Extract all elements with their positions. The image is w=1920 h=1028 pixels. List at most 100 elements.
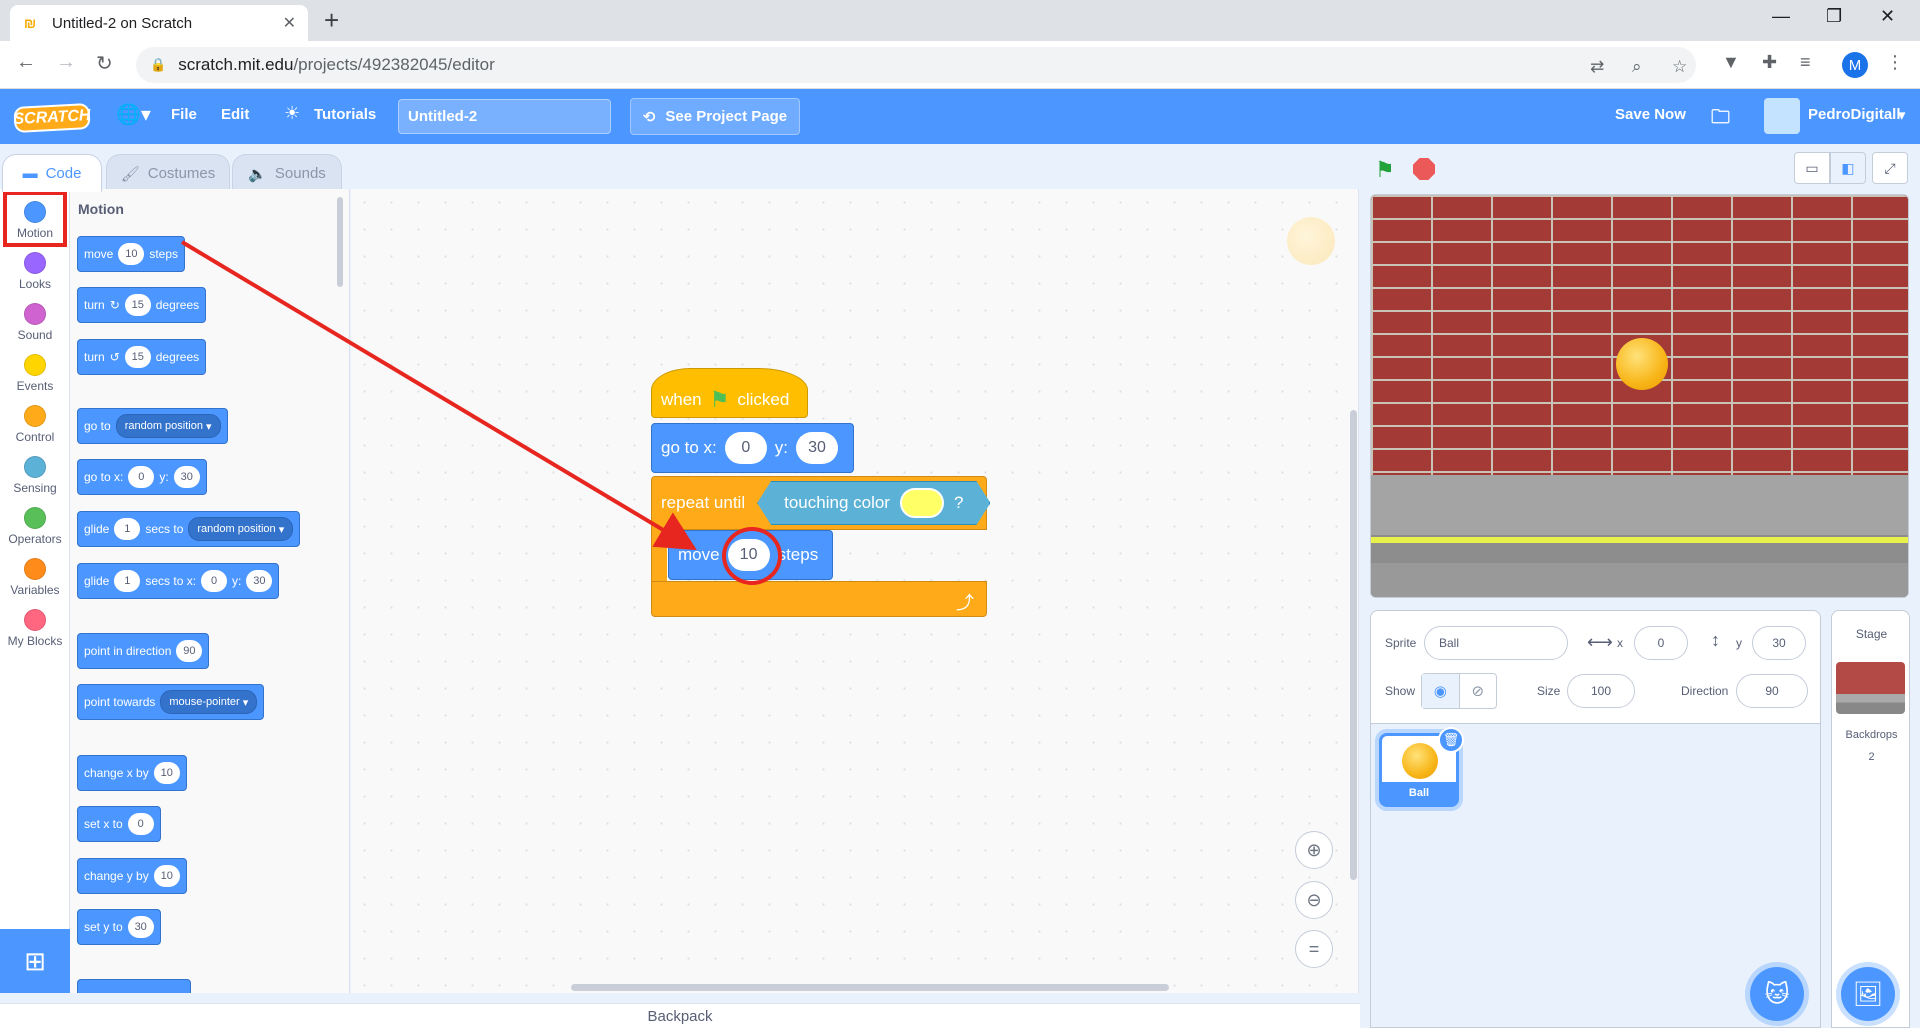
bookmark-star-icon[interactable]: ☆ [1672,57,1687,77]
backpack-bar[interactable]: Backpack [0,1003,1360,1028]
tab-costumes[interactable]: 🖌 Costumes [106,154,230,192]
block-input[interactable]: 10 [153,865,180,887]
block-change-y[interactable]: change y by 10 [77,858,187,894]
block-go-to-xy[interactable]: go to x: 0 y: 30 [77,459,207,495]
block-input[interactable]: 0 [127,813,154,835]
category-control[interactable]: Control [0,405,70,444]
translate-icon[interactable]: ⇄ [1590,57,1604,77]
media-control-icon[interactable]: ≡ [1800,52,1811,73]
user-avatar[interactable] [1764,98,1800,134]
see-project-page-button[interactable]: ⟲ See Project Page [630,98,800,135]
close-tab-icon[interactable]: ✕ [283,13,296,33]
fullscreen-button[interactable]: ⤢ [1872,152,1908,184]
direction-input[interactable]: 90 [1736,674,1808,708]
block-dropdown[interactable]: random position ▾ [188,517,294,541]
when-flag-clicked-block[interactable]: when ⚑ clicked [651,368,808,418]
save-now-button[interactable]: Save Now [1615,106,1686,123]
profile-avatar[interactable]: M [1842,52,1868,78]
maximize-icon[interactable]: ❐ [1826,6,1842,27]
zoom-in-button[interactable]: ⊕ [1295,831,1333,869]
y-input[interactable]: 30 [796,432,838,464]
category-sound[interactable]: Sound [0,303,70,342]
forward-icon[interactable]: → [56,51,76,74]
block-input[interactable]: 30 [173,466,200,488]
x-position-input[interactable]: 0 [1634,626,1688,660]
category-variables[interactable]: Variables [0,558,70,597]
block-set-y[interactable]: set y to 30 [77,909,161,945]
block-input[interactable]: 0 [201,570,228,592]
edit-menu[interactable]: Edit [221,106,249,123]
url-field[interactable]: 🔒 scratch.mit.edu/projects/492382045/edi… [136,47,1696,83]
category-operators[interactable]: Operators [0,507,70,546]
block-input[interactable]: 0 [128,466,155,488]
sprite-name-input[interactable]: Ball [1424,626,1568,660]
browser-tab[interactable]: ₪ Untitled-2 on Scratch ✕ [10,5,308,41]
show-visible-icon[interactable]: ◉ [1422,674,1460,708]
ball-sprite[interactable] [1616,338,1668,390]
small-stage-button[interactable]: ▭ [1794,152,1830,184]
add-extension-button[interactable]: ⊞ [0,929,70,993]
stage-canvas[interactable] [1370,194,1909,598]
delete-sprite-icon[interactable]: 🗑 [1438,727,1464,753]
block-input[interactable]: 90 [176,640,203,662]
extension-v-icon[interactable]: ▼ [1722,52,1740,73]
project-title-input[interactable]: Untitled-2 [398,99,611,134]
show-hidden-icon[interactable]: ⊘ [1460,674,1497,708]
zoom-out-button[interactable]: ⊖ [1295,881,1333,919]
go-to-xy-block[interactable]: go to x: 0 y: 30 [651,423,854,473]
language-globe-icon[interactable]: 🌐▾ [116,102,151,127]
large-stage-button[interactable]: ◧ [1830,152,1866,184]
choose-backdrop-button[interactable]: 🖼 [1841,967,1895,1021]
my-stuff-folder-icon[interactable]: 🗀 [1711,103,1730,135]
block-input[interactable]: 10 [118,243,145,265]
scratch-logo[interactable]: SCRATCH [13,103,91,133]
block-input[interactable]: 15 [124,346,151,368]
block-go-to[interactable]: go to random position ▾ [77,408,228,444]
browser-menu-icon[interactable]: ⋮ [1886,52,1904,73]
zoom-reset-button[interactable]: = [1295,930,1333,968]
window-close-icon[interactable]: ✕ [1880,6,1895,27]
block-input[interactable]: 1 [114,518,141,540]
new-tab-icon[interactable]: + [324,6,339,34]
block-input[interactable]: 30 [127,916,154,938]
back-icon[interactable]: ← [16,51,36,74]
block-partial[interactable] [77,979,191,993]
block-glide-random[interactable]: glide 1 secs to random position ▾ [77,511,301,547]
block-change-x[interactable]: change x by 10 [77,755,187,791]
block-turn-right[interactable]: turn ↻ 15 degrees [77,287,207,323]
color-swatch[interactable] [900,488,944,518]
block-move-steps[interactable]: move 10 steps [77,236,186,272]
username-menu[interactable]: PedroDigitall [1808,106,1901,123]
category-sensing[interactable]: Sensing [0,456,70,495]
workspace-horizontal-scrollbar[interactable] [571,984,1169,991]
account-caret-icon[interactable]: ▾ [1898,106,1906,124]
tutorials-menu[interactable]: Tutorials [314,106,376,123]
category-looks[interactable]: Looks [0,252,70,291]
choose-sprite-button[interactable]: 🐱 [1750,967,1804,1021]
block-point-direction[interactable]: point in direction 90 [77,633,210,669]
category-events[interactable]: Events [0,354,70,393]
extensions-puzzle-icon[interactable]: ✚ [1762,52,1777,73]
category-my-blocks[interactable]: My Blocks [0,609,70,648]
block-point-towards[interactable]: point towards mouse-pointer ▾ [77,684,265,720]
block-input[interactable]: 30 [246,570,273,592]
file-menu[interactable]: File [171,106,197,123]
minimize-icon[interactable]: — [1772,6,1790,27]
block-glide-xy[interactable]: glide 1 secs to x: 0 y: 30 [77,563,280,599]
repeat-until-block[interactable]: repeat until touching color ? [651,476,987,530]
block-input[interactable]: 15 [124,294,151,316]
green-flag-button[interactable]: ⚑ [1375,157,1395,183]
reload-icon[interactable]: ↻ [96,51,113,76]
tab-sounds[interactable]: 🔈 Sounds [232,154,342,192]
block-input[interactable]: 1 [114,570,141,592]
tab-code[interactable]: ▬ Code [2,154,102,192]
block-turn-left[interactable]: turn ↺ 15 degrees [77,339,207,375]
y-position-input[interactable]: 30 [1752,626,1806,660]
x-input[interactable]: 0 [724,432,767,464]
touching-color-block[interactable]: touching color ? [757,481,990,525]
workspace-vertical-scrollbar[interactable] [1350,410,1357,880]
block-input[interactable]: 10 [153,762,180,784]
block-dropdown[interactable]: mouse-pointer ▾ [160,690,258,714]
size-input[interactable]: 100 [1567,674,1635,708]
stop-button[interactable] [1413,158,1435,180]
